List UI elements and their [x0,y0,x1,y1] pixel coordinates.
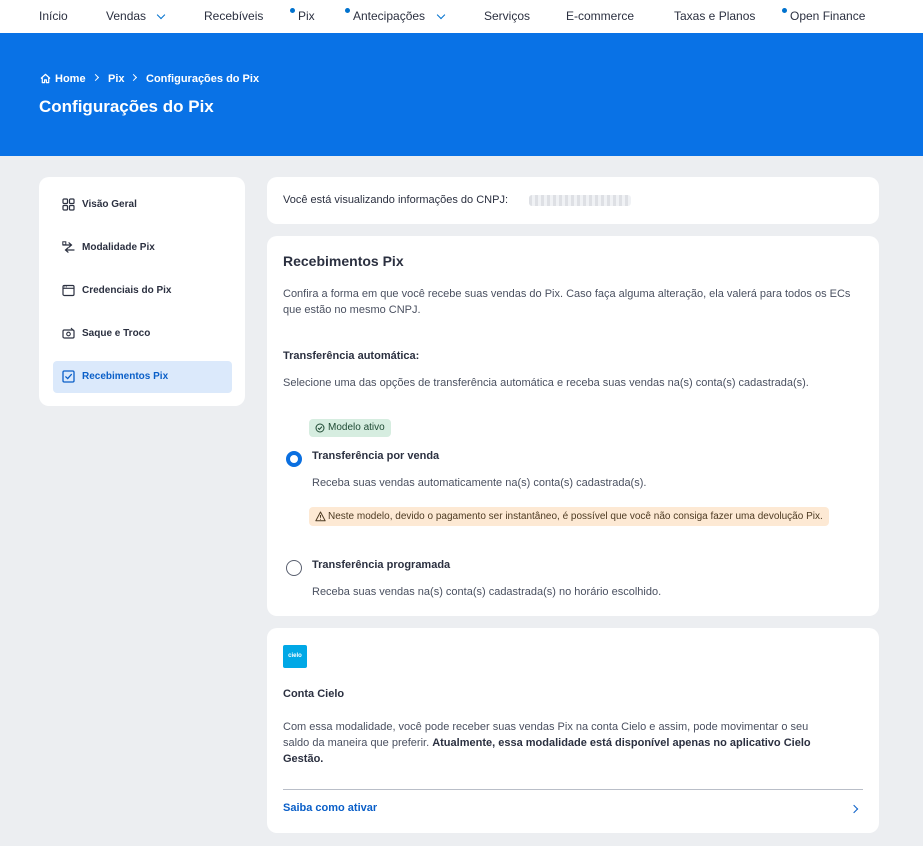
nav-label: Início [39,9,68,23]
sidebar-item-modalidade-pix[interactable]: Modalidade Pix [53,232,232,264]
chevron-down-icon [436,10,446,20]
conta-cielo-card: cielo Conta Cielo Com essa modalidade, v… [267,628,879,833]
transfer-subtitle: Transferência automática: [283,350,420,362]
nav-item-vendas[interactable]: Vendas [106,9,166,23]
home-icon [40,73,51,84]
window-icon [62,284,75,297]
top-navigation: Início Vendas Recebíveis Pix Antecipaçõe… [0,0,923,33]
nav-label: Serviços [484,9,531,23]
cnpj-info-card: Você está visualizando informações do CN… [267,177,879,224]
saiba-como-ativar-link[interactable]: Saiba como ativar [283,798,863,820]
warning-banner: Neste modelo, devido o pagamento ser ins… [309,507,829,526]
breadcrumb-home[interactable]: Home [55,73,86,85]
sidebar-item-label: Saque e Troco [82,328,151,339]
cielo-logo: cielo [283,645,307,668]
grid-icon [62,198,75,211]
breadcrumb-current: Configurações do Pix [146,73,260,85]
section-title: Conta Cielo [283,688,345,700]
option-title[interactable]: Transferência por venda [312,450,439,462]
sidebar-item-credenciais-pix[interactable]: Credenciais do Pix [53,275,232,307]
warning-icon [315,511,326,522]
section-description: Com essa modalidade, você pode receber s… [283,719,823,767]
sidebar-item-label: Recebimentos Pix [82,371,169,382]
recebimentos-card: Recebimentos Pix Confira a forma em que … [267,236,879,616]
chevron-right-icon [849,804,859,814]
nav-item-servicos[interactable]: Serviços [484,9,530,23]
nav-item-ecommerce[interactable]: E-commerce [566,9,634,23]
notification-dot-icon [782,8,787,13]
radio-transferencia-por-venda[interactable] [286,451,302,467]
nav-label: Recebíveis [204,9,264,23]
swap-icon [62,241,75,253]
chevron-down-icon [156,10,166,20]
link-label: Saiba como ativar [283,802,378,814]
option-title[interactable]: Transferência programada [312,559,450,571]
transfer-subdescription: Selecione uma das opções de transferênci… [283,377,809,389]
notification-dot-icon [345,8,350,13]
nav-item-pix[interactable]: Pix [290,8,315,23]
badge-label: Modelo ativo [328,422,385,433]
nav-label: Open Finance [790,9,866,23]
option-description: Receba suas vendas automaticamente na(s)… [312,477,647,489]
warning-text: Neste modelo, devido o pagamento ser ins… [328,511,823,522]
section-description: Confira a forma em que você recebe suas … [283,288,851,316]
nav-label: Antecipações [353,9,426,23]
sidebar-item-recebimentos-pix[interactable]: Recebimentos Pix [53,361,232,393]
cash-icon [62,327,75,339]
nav-label: E-commerce [566,9,635,23]
page-title: Configurações do Pix [39,97,214,116]
nav-item-inicio[interactable]: Início [39,9,68,23]
nav-label: Vendas [106,9,147,23]
cnpj-redacted-value [529,195,631,206]
active-model-badge: Modelo ativo [309,419,391,437]
nav-item-open-finance[interactable]: Open Finance [782,8,866,23]
nav-item-recebiveis[interactable]: Recebíveis [204,9,263,23]
cnpj-label: Você está visualizando informações do CN… [283,194,509,206]
sidebar-item-visao-geral[interactable]: Visão Geral [53,189,232,221]
nav-item-taxas-planos[interactable]: Taxas e Planos [674,9,755,23]
option-description: Receba suas vendas na(s) conta(s) cadast… [312,586,662,598]
chevron-right-icon [91,73,100,82]
sidebar: Visão Geral Modalidade Pix Credenciais d… [39,177,245,406]
sidebar-item-label: Credenciais do Pix [82,285,172,296]
divider [283,789,863,790]
breadcrumb-pix[interactable]: Pix [108,73,125,85]
sidebar-item-label: Visão Geral [82,199,137,210]
section-title: Recebimentos Pix [283,253,404,269]
radio-transferencia-programada[interactable] [286,560,302,576]
check-circle-icon [315,423,325,433]
nav-label: Pix [298,9,315,23]
nav-item-antecipacoes[interactable]: Antecipações [345,8,446,23]
page-header: Home Pix Configurações do Pix Configuraç… [0,33,923,156]
nav-label: Taxas e Planos [674,9,756,23]
sidebar-item-saque-troco[interactable]: Saque e Troco [53,318,232,350]
checkbox-icon [62,370,75,383]
notification-dot-icon [290,8,295,13]
sidebar-item-label: Modalidade Pix [82,242,155,253]
chevron-right-icon [129,73,138,82]
